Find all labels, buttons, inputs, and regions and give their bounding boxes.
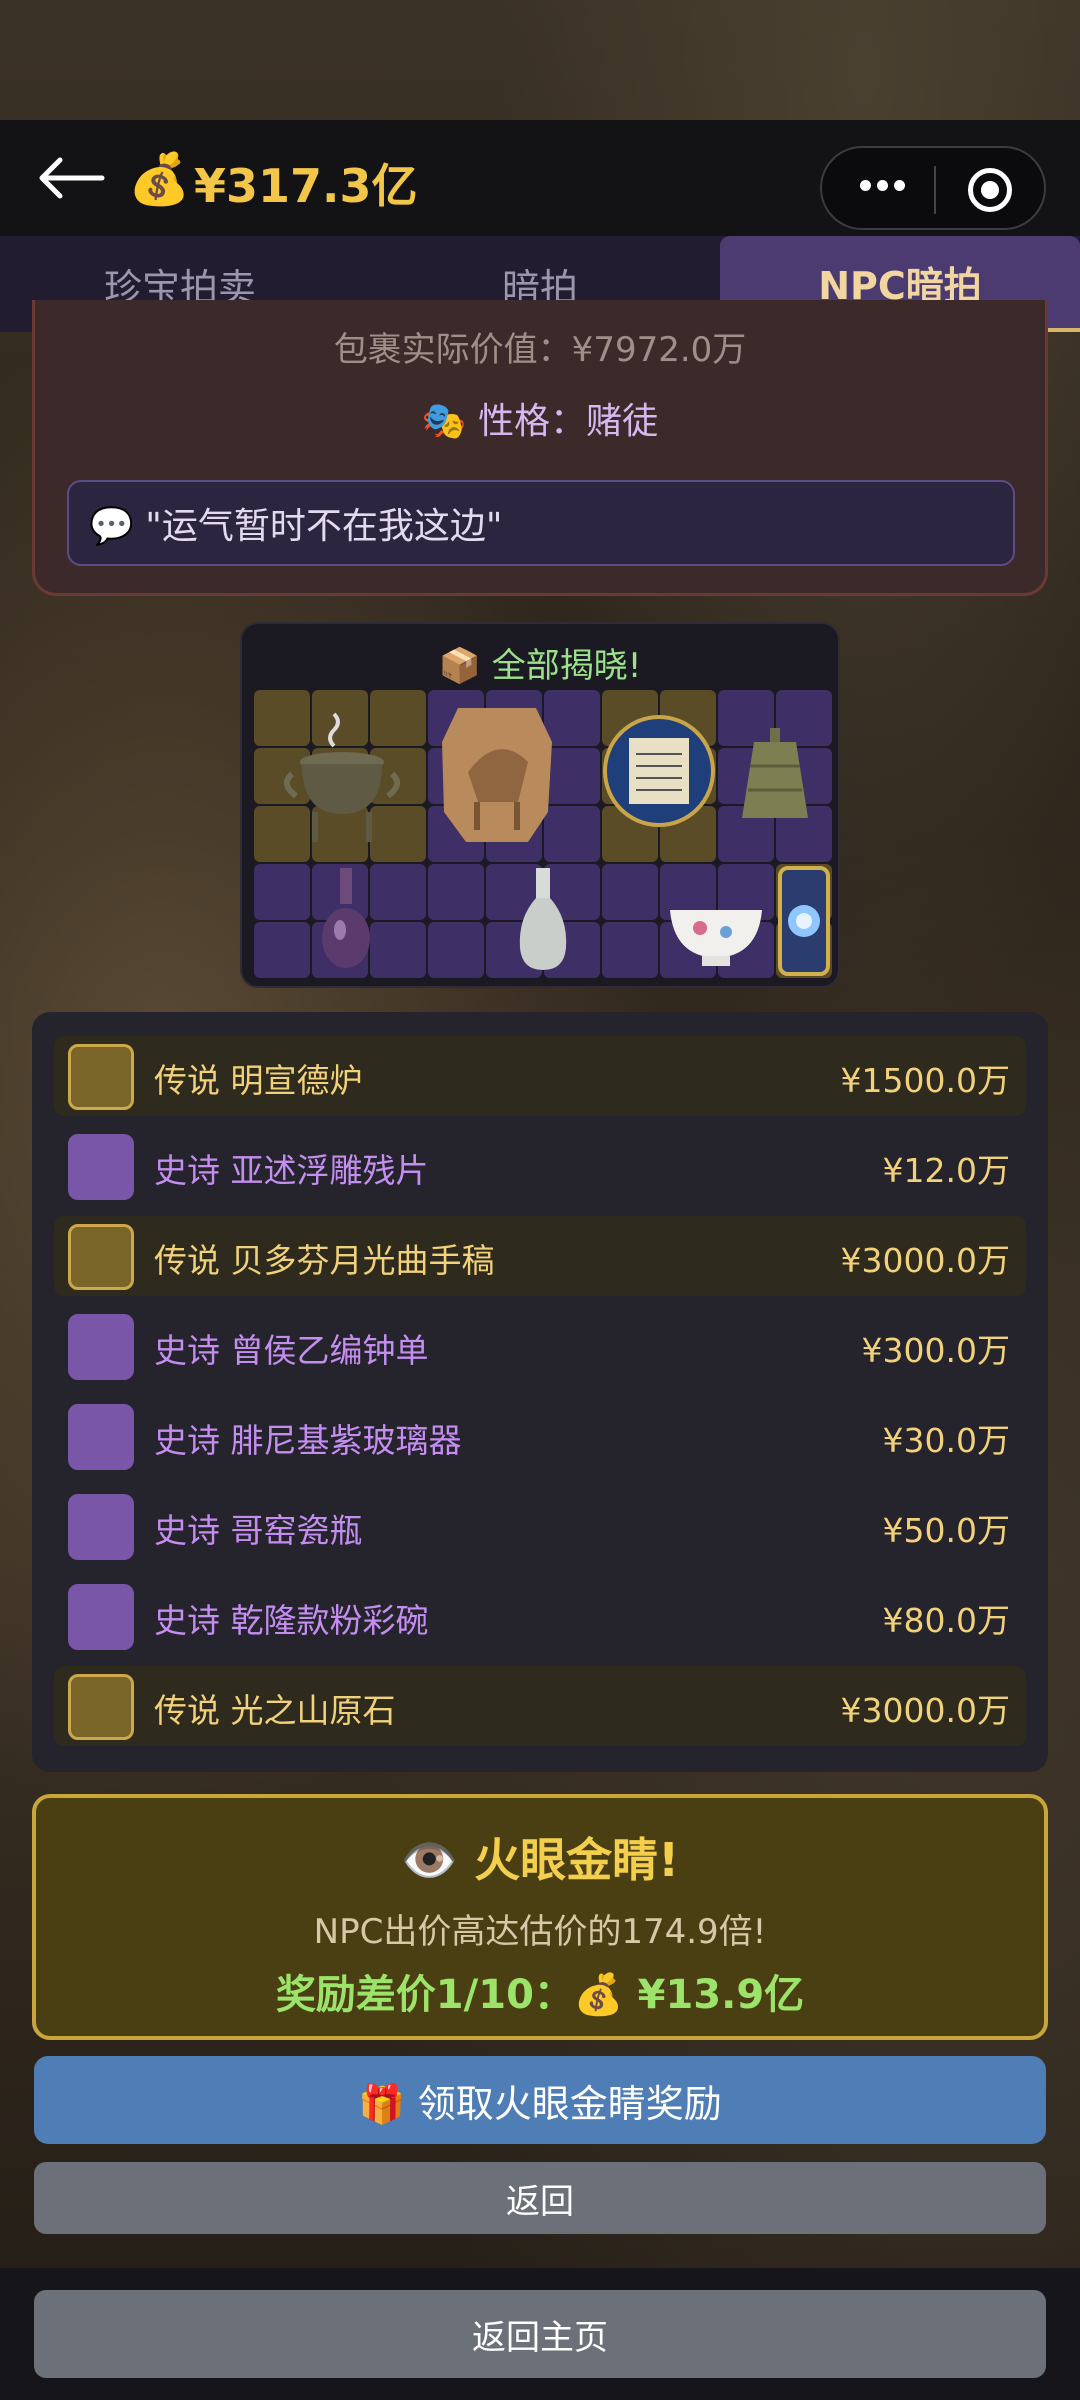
list-item[interactable]: 史诗 曾侯乙编钟单 ¥300.0万 [54,1306,1026,1386]
inventory-grid [254,690,832,978]
item-price: ¥3000.0万 [840,1241,1010,1280]
gemstone-thumb-icon [68,1674,134,1740]
item-price: ¥300.0万 [861,1331,1010,1370]
purple-glass-vase-icon [322,868,370,968]
manuscript-thumb-icon [68,1224,134,1290]
npc-personality: 🎭 性格：赌徒 [421,401,659,442]
list-item[interactable]: 史诗 哥窑瓷瓶 ¥50.0万 [54,1486,1026,1566]
return-home-button[interactable]: 返回主页 [34,2290,1046,2378]
list-item[interactable]: 史诗 乾隆款粉彩碗 ¥80.0万 [54,1576,1026,1656]
item-price: ¥50.0万 [882,1511,1010,1550]
celadon-vase-icon [519,868,567,970]
balance-amount: ¥317.3亿 [194,159,418,213]
claim-reward-button[interactable]: 🎁 领取火眼金睛奖励 [34,2056,1046,2144]
list-item[interactable]: 传说 贝多芬月光曲手稿 ¥3000.0万 [54,1216,1026,1296]
mini-program-capsule [820,146,1046,230]
package-actual-value: 包裹实际价值：¥7972.0万 [333,330,747,370]
list-item[interactable]: 史诗 腓尼基紫玻璃器 ¥30.0万 [54,1396,1026,1476]
back-button[interactable]: 返回 [34,2162,1046,2234]
item-name: 史诗 亚述浮雕残片 [154,1151,429,1190]
bronze-bell-icon [742,728,808,818]
item-price: ¥30.0万 [882,1421,1010,1460]
npc-quote: 💬 "运气暂时不在我这边" [67,480,1015,566]
item-name: 史诗 腓尼基紫玻璃器 [154,1421,462,1460]
item-price: ¥1500.0万 [840,1061,1010,1100]
close-target-icon[interactable] [968,168,1012,212]
npc-info-card: 包裹实际价值：¥7972.0万 🎭 性格：赌徒 💬 "运气暂时不在我这边" [32,300,1048,596]
list-item[interactable]: 史诗 亚述浮雕残片 ¥12.0万 [54,1126,1026,1206]
sheet-music-icon [603,715,715,827]
top-bar: 💰 ¥317.3亿 [0,120,1080,236]
glass-vessel-thumb-icon [68,1404,134,1470]
reward-title: 👁️ 火眼金睛! [400,1833,680,1887]
item-name: 史诗 哥窑瓷瓶 [154,1511,363,1550]
relief-thumb-icon [68,1134,134,1200]
kohinoor-stone-icon [778,866,830,976]
item-price: ¥3000.0万 [840,1691,1010,1730]
list-item[interactable]: 传说 光之山原石 ¥3000.0万 [54,1666,1026,1746]
item-name: 史诗 曾侯乙编钟单 [154,1331,429,1370]
item-price: ¥80.0万 [882,1601,1010,1640]
item-list: 传说 明宣德炉 ¥1500.0万 史诗 亚述浮雕残片 ¥12.0万 传说 贝多芬… [32,1012,1048,1772]
famille-rose-bowl-icon [670,910,762,966]
back-arrow-icon[interactable] [36,156,106,200]
more-icon[interactable] [860,176,911,195]
reward-subtitle: NPC出价高达估价的174.9倍! [313,1912,767,1952]
bell-thumb-icon [68,1314,134,1380]
item-price: ¥12.0万 [882,1151,1010,1190]
sharp-eye-reward-panel: 👁️ 火眼金睛! NPC出价高达估价的174.9倍! 奖励差价1/10：💰 ¥1… [32,1794,1048,2040]
reveal-title: 📦 全部揭晓! [438,646,642,686]
item-name: 史诗 乾隆款粉彩碗 [154,1601,429,1640]
reward-bonus: 奖励差价1/10：💰 ¥13.9亿 [275,1972,805,2018]
censer-icon [283,712,401,842]
bowl-thumb-icon [68,1584,134,1650]
capsule-divider [934,166,936,214]
reveal-panel: 📦 全部揭晓! [240,622,840,988]
bottom-bar: 返回主页 [0,2268,1080,2400]
item-name: 传说 明宣德炉 [154,1061,363,1100]
list-item[interactable]: 传说 明宣德炉 ¥1500.0万 [54,1036,1026,1116]
assyrian-relief-icon [442,708,552,842]
censer-thumb-icon [68,1044,134,1110]
money-bag-icon: 💰 [128,150,191,208]
item-name: 传说 贝多芬月光曲手稿 [154,1241,495,1280]
item-name: 传说 光之山原石 [154,1691,396,1730]
vase-thumb-icon [68,1494,134,1560]
